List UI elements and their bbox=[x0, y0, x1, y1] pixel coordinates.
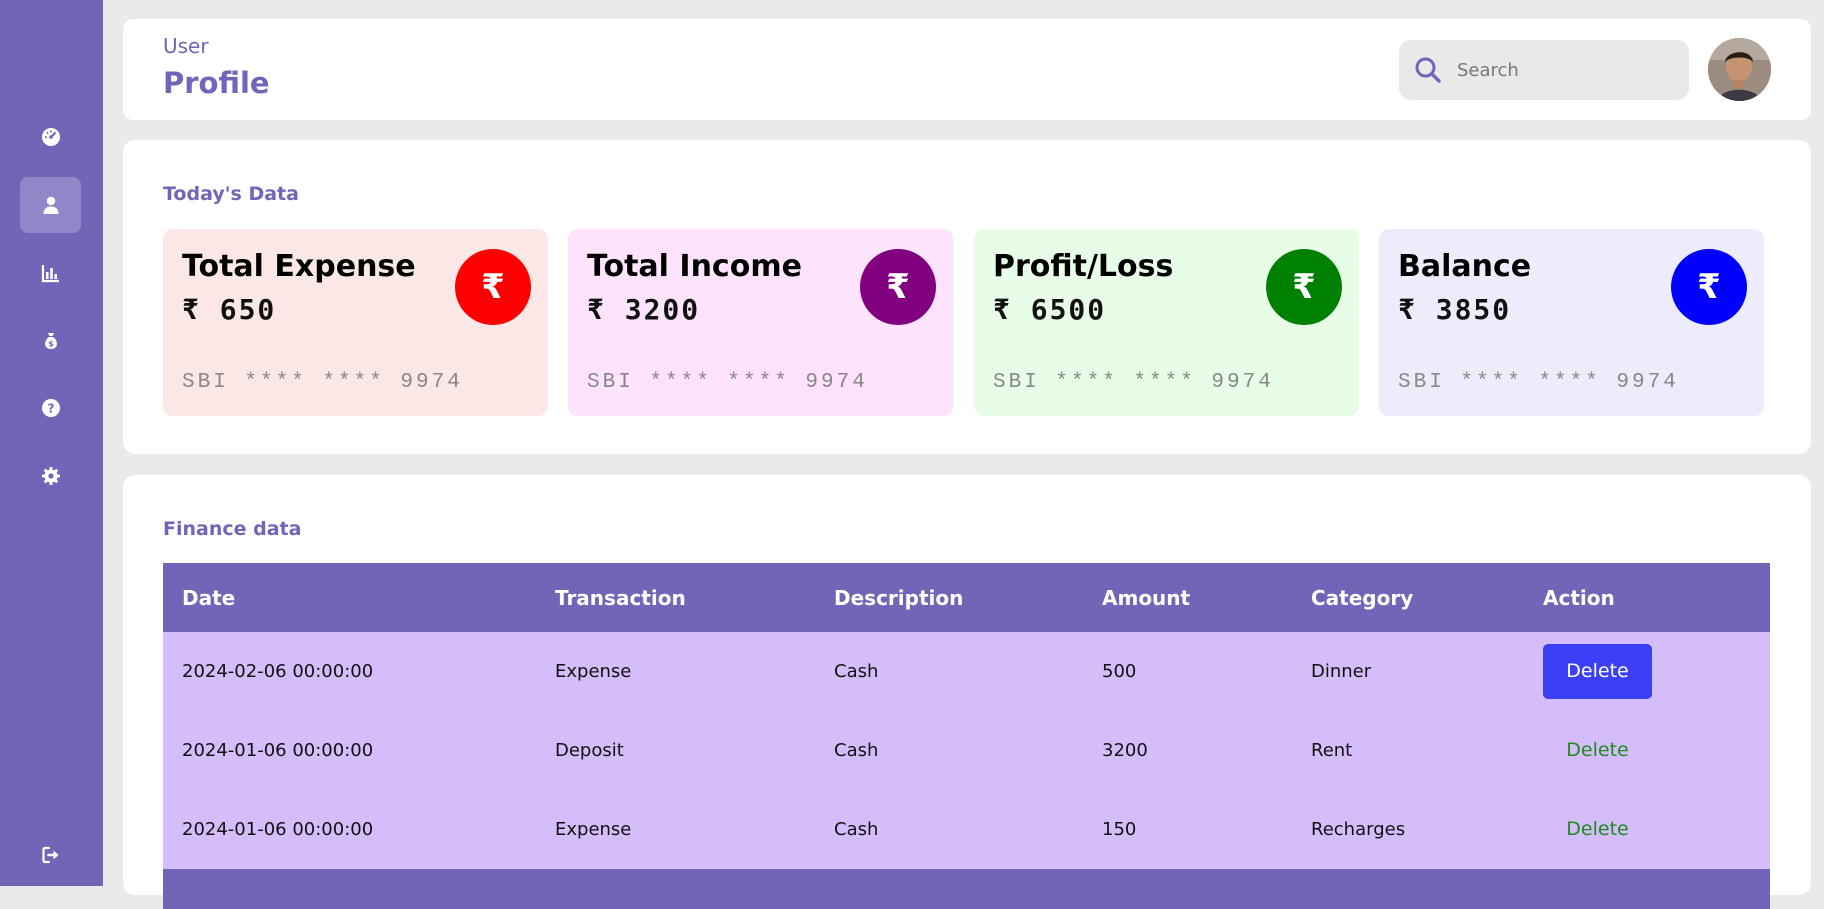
card-total-expense: Total Expense ₹ 650 SBI **** **** 9974 ₹ bbox=[163, 229, 548, 416]
sidebar-item-analytics[interactable] bbox=[20, 245, 81, 301]
table-footer bbox=[163, 869, 1770, 909]
card-amount: ₹ 650 bbox=[182, 293, 277, 326]
header: User Profile bbox=[123, 19, 1811, 120]
cell-date: 2024-01-06 00:00:00 bbox=[182, 819, 374, 840]
section-title: Today's Data bbox=[163, 183, 299, 205]
user-icon bbox=[43, 196, 58, 214]
cell-category: Recharges bbox=[1311, 819, 1406, 840]
logout-button[interactable] bbox=[20, 827, 81, 883]
cell-amount: 150 bbox=[1102, 819, 1137, 840]
cell-category: Rent bbox=[1311, 740, 1353, 761]
cell-description: Cash bbox=[834, 819, 879, 840]
card-amount: ₹ 3200 bbox=[587, 293, 701, 326]
delete-button[interactable]: Delete bbox=[1543, 644, 1652, 699]
table-footer-row bbox=[163, 869, 1770, 909]
svg-text:$: $ bbox=[48, 340, 54, 349]
rupee-icon: ₹ bbox=[1266, 249, 1342, 325]
card-balance: Balance ₹ 3850 SBI **** **** 9974 ₹ bbox=[1379, 229, 1764, 416]
sidebar-item-dashboard[interactable] bbox=[20, 109, 81, 165]
bar-chart-icon bbox=[41, 265, 59, 283]
card-account-number: SBI **** **** 9974 bbox=[587, 371, 868, 394]
logout-icon bbox=[41, 846, 58, 864]
card-amount: ₹ 3850 bbox=[1398, 293, 1512, 326]
card-account-number: SBI **** **** 9974 bbox=[993, 371, 1274, 394]
svg-text:?: ? bbox=[47, 402, 54, 416]
card-title: Total Expense bbox=[182, 249, 416, 284]
card-title: Total Income bbox=[587, 249, 802, 284]
sidebar: $ ? bbox=[0, 0, 103, 886]
question-icon: ? bbox=[41, 399, 60, 417]
card-profit-loss: Profit/Loss ₹ 6500 SBI **** **** 9974 ₹ bbox=[974, 229, 1359, 416]
user-avatar-image bbox=[1708, 38, 1771, 101]
section-title: Finance data bbox=[163, 518, 302, 540]
sidebar-item-help[interactable]: ? bbox=[20, 380, 81, 436]
table-row: 2024-02-06 00:00:00 Expense Cash 500 Din… bbox=[163, 632, 1770, 711]
card-amount: ₹ 6500 bbox=[993, 293, 1107, 326]
card-account-number: SBI **** **** 9974 bbox=[1398, 371, 1679, 394]
gear-icon bbox=[41, 467, 60, 485]
table-row: 2024-01-06 00:00:00 Deposit Cash 3200 Re… bbox=[163, 711, 1770, 790]
cell-transaction: Deposit bbox=[555, 740, 624, 761]
page-title: Profile bbox=[163, 66, 270, 100]
table-header-row: Date Transaction Description Amount Cate… bbox=[163, 563, 1770, 632]
rupee-icon: ₹ bbox=[455, 249, 531, 325]
gauge-icon bbox=[41, 128, 60, 146]
breadcrumb: User bbox=[163, 34, 209, 58]
money-bag-icon: $ bbox=[44, 333, 57, 349]
cell-amount: 500 bbox=[1102, 661, 1137, 682]
sidebar-item-profile[interactable] bbox=[20, 177, 81, 233]
todays-data-panel: Today's Data Total Expense ₹ 650 SBI ***… bbox=[123, 140, 1811, 454]
rupee-icon: ₹ bbox=[860, 249, 936, 325]
cell-action: Delete bbox=[1524, 632, 1770, 711]
column-header-transaction[interactable]: Transaction bbox=[536, 563, 815, 632]
delete-button[interactable]: Delete bbox=[1543, 802, 1652, 857]
rupee-icon: ₹ bbox=[1671, 249, 1747, 325]
cell-description: Cash bbox=[834, 740, 879, 761]
cell-transaction: Expense bbox=[555, 819, 632, 840]
cell-description: Cash bbox=[834, 661, 879, 682]
cell-date: 2024-02-06 00:00:00 bbox=[182, 661, 374, 682]
search-icon bbox=[1415, 57, 1441, 83]
card-title: Profit/Loss bbox=[993, 249, 1174, 284]
cell-action: Delete bbox=[1524, 711, 1770, 790]
table-row: 2024-01-06 00:00:00 Expense Cash 150 Rec… bbox=[163, 790, 1770, 869]
card-title: Balance bbox=[1398, 249, 1532, 284]
avatar[interactable] bbox=[1708, 38, 1771, 101]
search-input[interactable] bbox=[1457, 59, 1667, 81]
cell-category: Dinner bbox=[1311, 661, 1372, 682]
sidebar-item-settings[interactable] bbox=[20, 448, 81, 504]
card-account-number: SBI **** **** 9974 bbox=[182, 371, 463, 394]
column-header-action: Action bbox=[1543, 585, 1615, 610]
column-header-category[interactable]: Category bbox=[1292, 563, 1524, 632]
cell-action: Delete bbox=[1524, 790, 1770, 869]
column-header-description[interactable]: Description bbox=[815, 563, 1083, 632]
sidebar-item-finance[interactable]: $ bbox=[20, 313, 81, 369]
column-header-amount[interactable]: Amount bbox=[1083, 563, 1292, 632]
finance-table: Date Transaction Description Amount Cate… bbox=[163, 563, 1770, 909]
column-header-date[interactable]: Date bbox=[163, 563, 536, 632]
cell-date: 2024-01-06 00:00:00 bbox=[182, 740, 374, 761]
cell-transaction: Expense bbox=[555, 661, 632, 682]
card-total-income: Total Income ₹ 3200 SBI **** **** 9974 ₹ bbox=[568, 229, 953, 416]
delete-button[interactable]: Delete bbox=[1543, 723, 1652, 778]
search-box[interactable] bbox=[1399, 40, 1689, 100]
finance-data-panel: Finance data Date Transaction Descriptio… bbox=[123, 475, 1811, 909]
cell-amount: 3200 bbox=[1102, 740, 1148, 761]
